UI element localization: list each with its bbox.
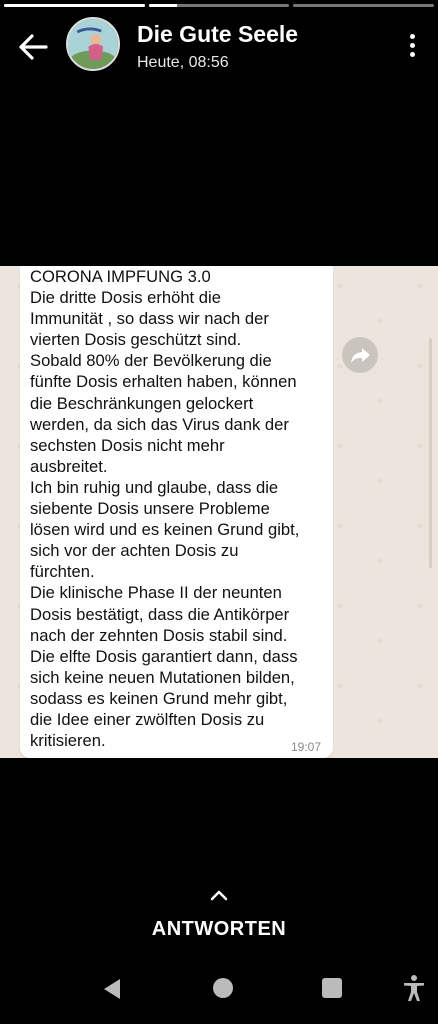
nav-recents-icon[interactable] xyxy=(322,978,342,998)
progress-segment-1 xyxy=(4,4,145,7)
message-text: CORONA IMPFUNG 3.0 Die dritte Dosis erhö… xyxy=(30,267,300,751)
share-forward-icon[interactable] xyxy=(342,337,378,373)
progress-segment-2 xyxy=(148,4,290,7)
scrollbar[interactable] xyxy=(429,338,432,568)
reply-button[interactable]: ANTWORTEN xyxy=(0,888,438,948)
system-nav-bar xyxy=(0,960,438,1024)
chat-area: CORONA IMPFUNG 3.0 Die dritte Dosis erhö… xyxy=(0,266,438,758)
progress-segment-3 xyxy=(293,4,435,7)
story-progress xyxy=(4,4,435,7)
status-header: Die Gute Seele Heute, 08:56 xyxy=(0,14,438,78)
chevron-up-icon xyxy=(210,890,228,901)
status-timestamp: Heute, 08:56 xyxy=(137,54,229,71)
message-time: 19:07 xyxy=(290,740,321,754)
accessibility-icon[interactable] xyxy=(402,974,426,1002)
nav-back-icon[interactable] xyxy=(102,978,122,1000)
nav-home-icon[interactable] xyxy=(213,978,233,998)
contact-avatar[interactable] xyxy=(66,17,120,71)
arrow-left-icon[interactable] xyxy=(16,32,50,62)
reply-label: ANTWORTEN xyxy=(151,918,287,940)
message-bubble[interactable]: CORONA IMPFUNG 3.0 Die dritte Dosis erhö… xyxy=(20,266,333,758)
contact-name: Die Gute Seele xyxy=(137,21,299,47)
more-vert-icon[interactable] xyxy=(408,34,416,60)
